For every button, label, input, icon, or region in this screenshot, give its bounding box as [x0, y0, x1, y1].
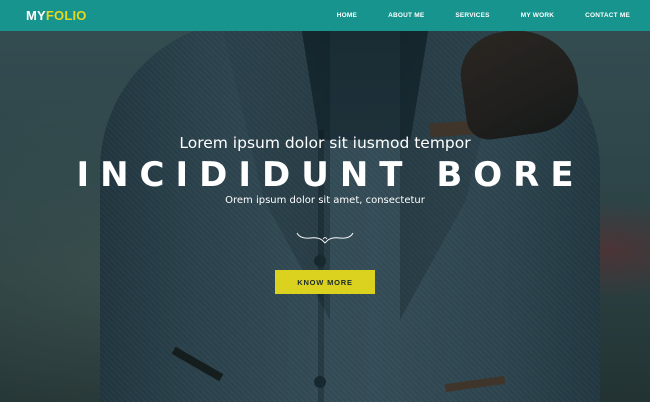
hero-section: Lorem ipsum dolor sit iusmod tempor INCI… — [0, 0, 650, 402]
site-logo[interactable]: MYFOLIO — [26, 8, 87, 23]
main-nav: HOME ABOUT ME SERVICES MY WORK CONTACT M… — [306, 12, 630, 19]
logo-folio: FOLIO — [45, 8, 87, 23]
nav-link-contact-me[interactable]: CONTACT ME — [585, 12, 630, 19]
nav-link-about-me[interactable]: ABOUT ME — [388, 12, 424, 19]
nav-link-my-work[interactable]: MY WORK — [521, 12, 554, 19]
ornamental-divider-icon — [296, 232, 354, 244]
hero-headline: INCIDIDUNT BORE — [76, 155, 585, 195]
nav-link-services[interactable]: SERVICES — [455, 12, 489, 19]
nav-link-home[interactable]: HOME — [337, 12, 357, 19]
hero-tagline: Orem ipsum dolor sit amet, consectetur — [225, 195, 425, 206]
top-navbar: MYFOLIO HOME ABOUT ME SERVICES MY WORK C… — [0, 0, 650, 31]
logo-my: MY — [26, 8, 46, 23]
hero-subheading: Lorem ipsum dolor sit iusmod tempor — [179, 134, 471, 152]
know-more-button[interactable]: KNOW MORE — [275, 270, 375, 294]
